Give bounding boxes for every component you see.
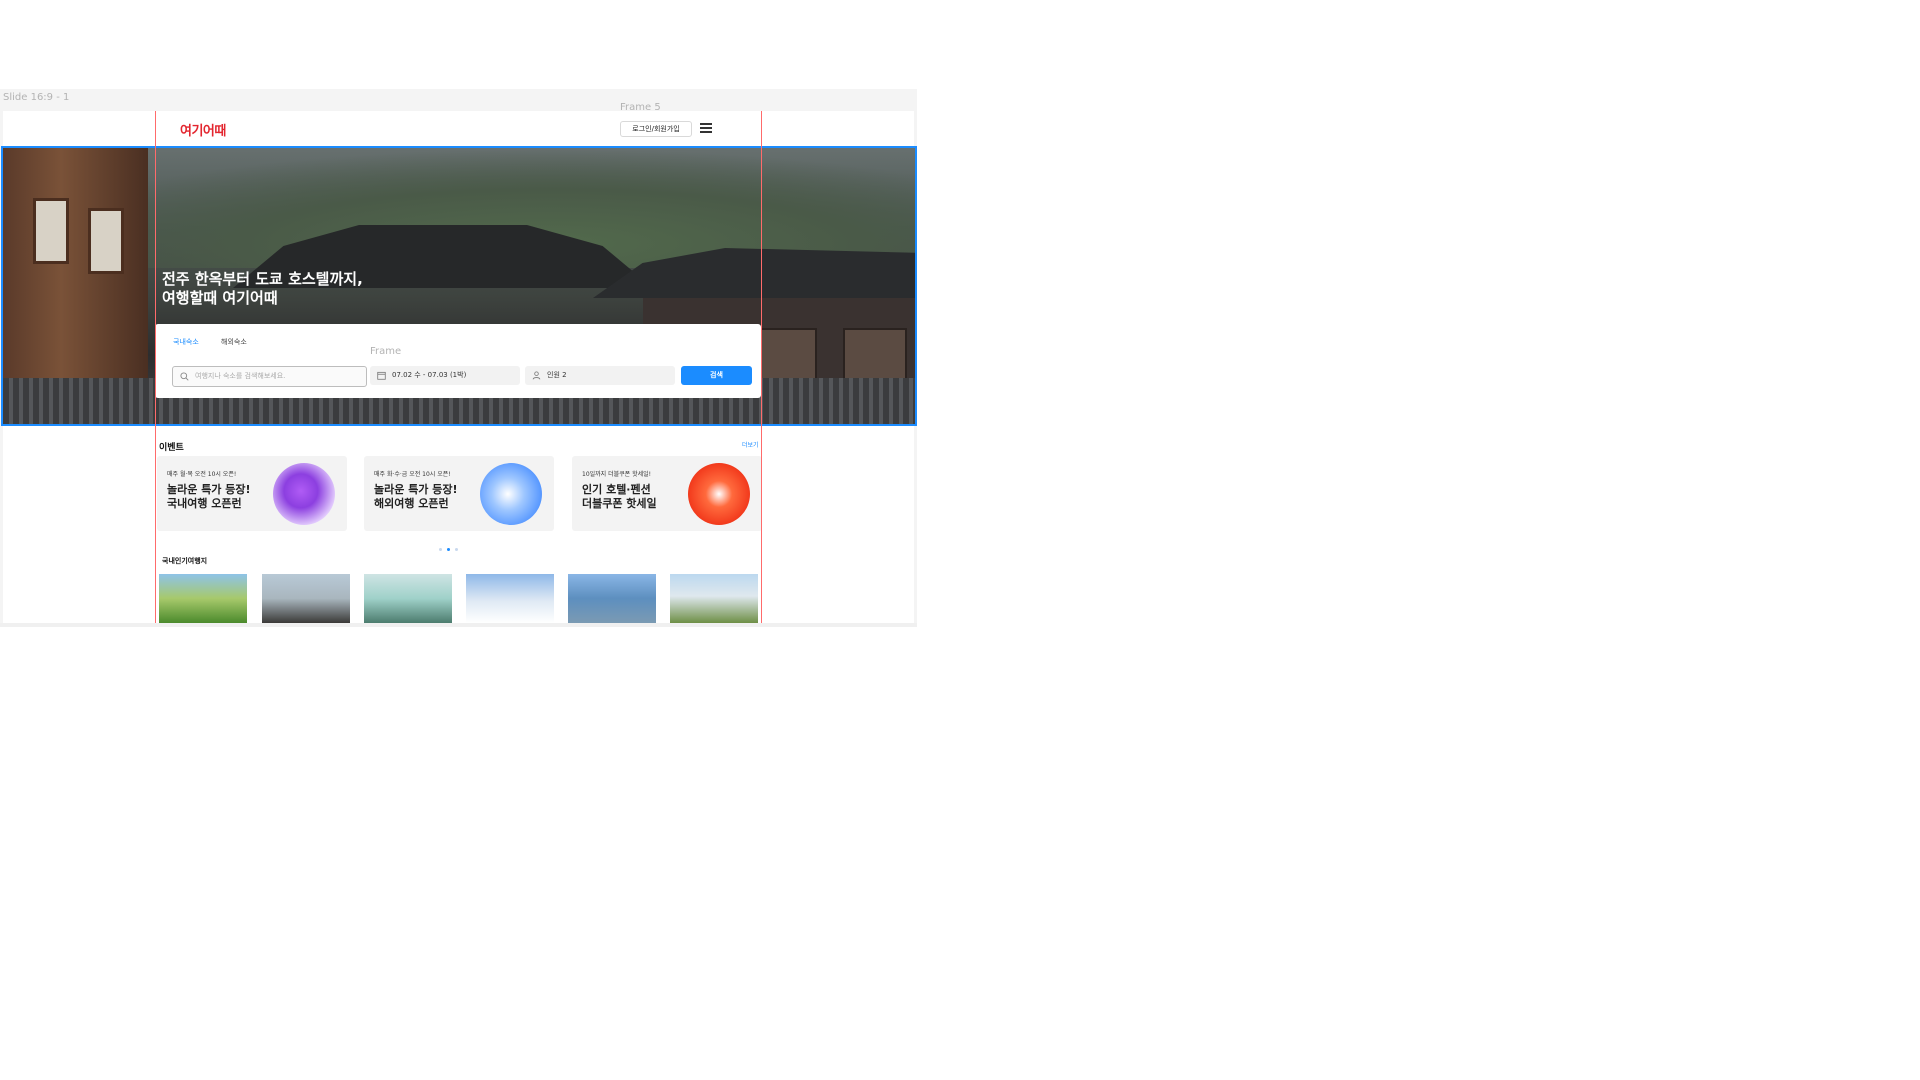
layout-guide-left [155, 111, 156, 623]
carousel-pager [439, 536, 463, 555]
page-bottom-edge [0, 623, 917, 627]
layout-guide-right [761, 111, 762, 623]
hero-title-line2: 여행할때 여기어때 [162, 289, 278, 307]
pager-dot-active[interactable] [447, 548, 450, 551]
destination-thumbnail[interactable] [670, 574, 758, 623]
guest-count-field[interactable]: 인원 2 [525, 366, 675, 385]
event-card-headline: 인기 호텔·펜션 더블쿠폰 핫세일 [582, 483, 657, 511]
events-more-link[interactable]: 더보기 [742, 440, 759, 449]
event-card-subtitle: 10일까지 더블쿠폰 핫세일! [582, 471, 652, 478]
destination-thumbnail[interactable] [466, 574, 554, 623]
hero-title-line1: 전주 한옥부터 도쿄 호스텔까지, [162, 270, 363, 288]
person-icon [532, 371, 541, 380]
search-input[interactable]: 여행지나 숙소를 검색해보세요. [172, 366, 367, 387]
search-icon [180, 372, 189, 381]
tab-domestic[interactable]: 국내숙소 [173, 337, 199, 347]
tab-overseas[interactable]: 해외숙소 [221, 337, 247, 347]
coupon-illustration-icon [688, 463, 750, 525]
events-section-title: 이벤트 [159, 443, 184, 453]
event-card-headline-line2: 해외여행 오픈런 [374, 497, 449, 510]
event-card-headline-line2: 국내여행 오픈런 [167, 497, 242, 510]
inner-frame-label: Frame [370, 346, 402, 357]
hero-title: 전주 한옥부터 도쿄 호스텔까지, 여행할때 여기어때 [162, 270, 363, 308]
event-card-headline-line1: 놀라운 특가 등장! [167, 483, 251, 496]
event-card-headline: 놀라운 특가 등장! 국내여행 오픈런 [167, 483, 251, 511]
event-card-subtitle: 매주 화·수·금 오전 10시 오픈! [374, 471, 451, 478]
brand-logo[interactable]: 여기어때 [180, 120, 226, 139]
pager-dot[interactable] [439, 548, 442, 551]
event-card-subtitle: 매주 월·목 오전 10시 오픈! [167, 471, 237, 478]
search-button[interactable]: 검색 [681, 366, 752, 385]
date-range-field[interactable]: 07.02 수 - 07.03 (1박) [370, 366, 520, 385]
suitcase-illustration-icon [273, 463, 335, 525]
date-range-value: 07.02 수 - 07.03 (1박) [392, 371, 467, 379]
destination-thumbnail[interactable] [364, 574, 452, 623]
event-card-domestic[interactable]: 매주 월·목 오전 10시 오픈! 놀라운 특가 등장! 국내여행 오픈런 [157, 456, 347, 531]
pager-dot[interactable] [455, 548, 458, 551]
event-card-headline-line1: 놀라운 특가 등장! [374, 483, 458, 496]
airplane-ticket-illustration-icon [480, 463, 542, 525]
destination-thumbnail[interactable] [159, 574, 247, 623]
event-card-headline-line2: 더블쿠폰 핫세일 [582, 497, 657, 510]
login-signup-button[interactable]: 로그인/회원가입 [620, 121, 692, 137]
slide-label: Slide 16:9 - 1 [3, 92, 70, 103]
calendar-icon [377, 371, 386, 380]
event-card-headline: 놀라운 특가 등장! 해외여행 오픈런 [374, 483, 458, 511]
event-card-headline-line1: 인기 호텔·펜션 [582, 483, 651, 496]
search-placeholder: 여행지나 숙소를 검색해보세요. [195, 372, 286, 380]
event-card-coupon[interactable]: 10일까지 더블쿠폰 핫세일! 인기 호텔·펜션 더블쿠폰 핫세일 [572, 456, 762, 531]
event-card-overseas[interactable]: 매주 화·수·금 오전 10시 오픈! 놀라운 특가 등장! 해외여행 오픈런 [364, 456, 554, 531]
destination-thumbnail[interactable] [262, 574, 350, 623]
hamburger-menu-icon[interactable] [700, 123, 712, 133]
guest-count-value: 인원 2 [547, 371, 567, 379]
destination-thumbnail[interactable] [568, 574, 656, 623]
popular-destinations-title: 국내인기여행지 [162, 557, 208, 565]
